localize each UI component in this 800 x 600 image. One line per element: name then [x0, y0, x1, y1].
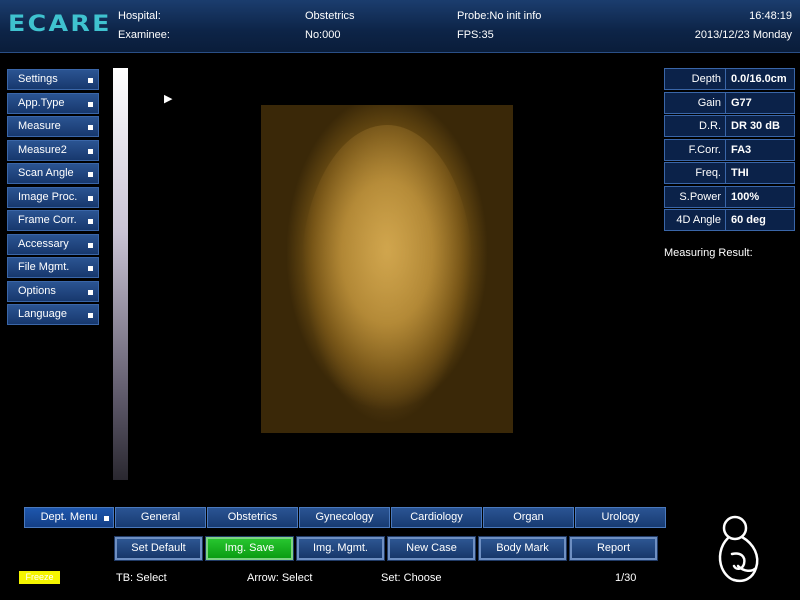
submenu-square-icon	[88, 78, 93, 83]
param-label: D.R.	[665, 116, 726, 136]
side-item-settings[interactable]: Settings	[7, 69, 99, 90]
tab-urology[interactable]: Urology	[575, 507, 666, 528]
param-value: 60 deg	[731, 214, 766, 226]
grayscale-bar	[113, 68, 128, 480]
param-label: S.Power	[665, 186, 726, 207]
param-4d-angle: 4D Angle 60 deg	[664, 209, 795, 231]
page-counter: 1/30	[615, 572, 637, 584]
param-label: F.Corr.	[665, 139, 726, 160]
param-label: 4D Angle	[665, 210, 726, 230]
side-item-scan-angle[interactable]: Scan Angle	[7, 163, 99, 184]
tab-organ[interactable]: Organ	[483, 507, 574, 528]
freeze-status-badge: Freeze	[19, 571, 60, 584]
side-item-label: File Mgmt.	[18, 261, 70, 273]
side-item-file-mgmt[interactable]: File Mgmt.	[7, 257, 99, 278]
side-item-accessary[interactable]: Accessary	[7, 233, 99, 255]
tab-gynecology[interactable]: Gynecology	[299, 507, 390, 528]
param-gain: Gain G77	[664, 91, 795, 114]
side-item-frame-corr[interactable]: Frame Corr.	[7, 210, 99, 231]
report-button[interactable]: Report	[569, 536, 658, 561]
probe-info: Probe:No init info	[457, 10, 542, 22]
side-item-label: Image Proc.	[18, 190, 78, 203]
side-item-label: Measure2	[18, 143, 67, 156]
side-item-label: App.Type	[18, 96, 65, 109]
submenu-square-icon	[88, 125, 93, 130]
examinee-label: Examinee:	[118, 29, 170, 41]
param-value: FA3	[731, 143, 752, 156]
side-item-image-proc[interactable]: Image Proc.	[7, 186, 99, 208]
param-value: 0.0/16.0cm	[731, 73, 787, 85]
submenu-square-icon	[88, 266, 93, 271]
dept-menu-button[interactable]: Dept. Menu	[24, 507, 114, 528]
submenu-square-icon	[88, 172, 93, 177]
function-button-bar: Set Default Img. Save Img. Mgmt. New Cas…	[114, 536, 661, 561]
param-frequency: Freq. THI	[664, 162, 795, 184]
ultrasound-4d-image	[261, 105, 513, 433]
dept-menu-bar: Dept. Menu General Obstetrics Gynecology…	[24, 507, 667, 528]
side-item-options[interactable]: Options	[7, 280, 99, 302]
fps-readout: FPS:35	[457, 29, 494, 41]
submenu-square-icon	[88, 195, 93, 201]
exam-type: Obstetrics	[305, 10, 355, 22]
param-dynamic-range: D.R. DR 30 dB	[664, 115, 795, 137]
tb-hint: TB: Select	[116, 572, 167, 584]
parameter-panel: Depth 0.0/16.0cm Gain G77 D.R. DR 30 dB F.C…	[664, 68, 795, 233]
submenu-square-icon	[88, 313, 93, 318]
side-item-label: Scan Angle	[18, 167, 74, 179]
exam-number: No:000	[305, 29, 341, 41]
submenu-square-icon	[88, 219, 93, 224]
submenu-square-icon	[88, 101, 93, 107]
tab-obstetrics[interactable]: Obstetrics	[207, 507, 298, 528]
dept-menu-label: Dept. Menu	[40, 511, 98, 523]
side-menu: Settings App.Type Measure Measure2 Scan …	[7, 69, 99, 328]
img-save-button[interactable]: Img. Save	[205, 536, 294, 561]
param-label: Freq.	[665, 163, 726, 183]
param-depth: Depth 0.0/16.0cm	[664, 68, 795, 90]
fetus-icon	[708, 510, 770, 589]
side-item-label: Options	[18, 284, 56, 297]
side-item-measure2[interactable]: Measure2	[7, 139, 99, 161]
param-value: THI	[731, 167, 749, 179]
side-item-label: Measure	[18, 120, 61, 132]
param-frame-corr: F.Corr. FA3	[664, 138, 795, 161]
param-value: G77	[731, 96, 752, 109]
clock-time: 16:48:19	[749, 10, 792, 22]
logo: ECARE	[8, 12, 112, 37]
side-item-label: Language	[18, 308, 67, 320]
side-item-app-type[interactable]: App.Type	[7, 92, 99, 114]
side-item-label: Accessary	[18, 237, 69, 250]
param-sound-power: S.Power 100%	[664, 185, 795, 208]
side-item-language[interactable]: Language	[7, 304, 99, 325]
body-mark-button[interactable]: Body Mark	[478, 536, 567, 561]
side-item-label: Settings	[18, 73, 58, 85]
measuring-result-label: Measuring Result:	[664, 247, 753, 259]
hospital-label: Hospital:	[118, 10, 161, 22]
tab-general[interactable]: General	[115, 507, 206, 528]
header-bar: ECARE Hospital: Examinee: Obstetrics No:…	[0, 0, 800, 53]
side-item-label: Frame Corr.	[18, 214, 77, 226]
set-hint: Set: Choose	[381, 572, 442, 584]
param-label: Gain	[665, 92, 726, 113]
new-case-button[interactable]: New Case	[387, 536, 476, 561]
set-default-button[interactable]: Set Default	[114, 536, 203, 561]
param-value: DR 30 dB	[731, 120, 780, 132]
submenu-square-icon	[88, 289, 93, 295]
side-item-measure[interactable]: Measure	[7, 116, 99, 137]
fetal-face-rendering	[301, 125, 473, 425]
clock-date: 2013/12/23 Monday	[694, 29, 792, 41]
tab-cardiology[interactable]: Cardiology	[391, 507, 482, 528]
arrow-hint: Arrow: Select	[247, 572, 313, 584]
submenu-square-icon	[88, 148, 93, 154]
submenu-square-icon	[88, 242, 93, 248]
param-value: 100%	[731, 190, 760, 203]
param-label: Depth	[665, 69, 726, 89]
submenu-square-icon	[104, 516, 109, 521]
img-mgmt-button[interactable]: Img. Mgmt.	[296, 536, 385, 561]
cursor-arrow-icon: ▶	[164, 93, 173, 105]
